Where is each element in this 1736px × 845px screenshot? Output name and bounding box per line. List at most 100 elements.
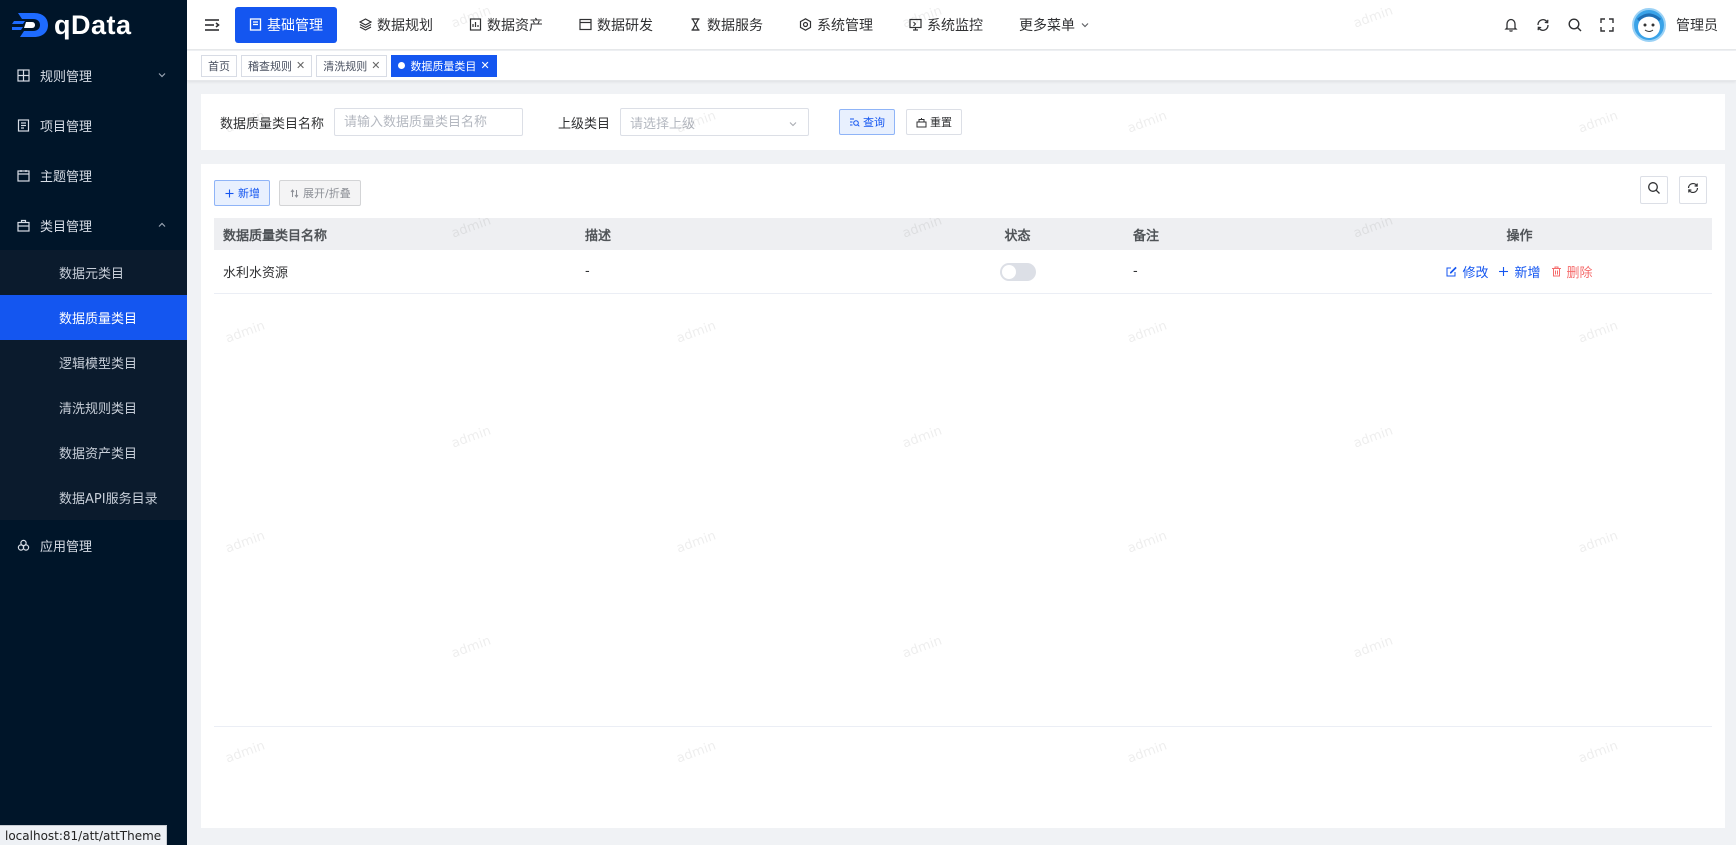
nav-system-monitoring[interactable]: 系统监控: [895, 7, 997, 43]
table-toolbar: 新增 展开/折叠: [214, 180, 361, 206]
monitor-icon: [909, 18, 922, 31]
refresh-icon: [1686, 181, 1700, 199]
query-button[interactable]: 查询: [839, 109, 896, 135]
header-status: 状态: [1004, 228, 1031, 244]
fullscreen-icon[interactable]: [1598, 16, 1616, 34]
nav-data-services[interactable]: 数据服务: [675, 7, 777, 43]
edit-icon: [1446, 266, 1458, 277]
chart-doc-icon: [469, 18, 482, 31]
search-icon: [1647, 181, 1661, 199]
sidebar-item-label: 主题管理: [40, 169, 93, 185]
search-list-icon: [849, 117, 860, 128]
category-table: 数据质量类目名称 描述 状态 备注 操作 水利水资源 - - 修改 新增 删除: [214, 218, 1712, 294]
sidebar-item-label: 规则管理: [40, 69, 93, 85]
table-header: 数据质量类目名称 描述 状态 备注 操作: [214, 218, 1712, 250]
chevron-down-icon: [788, 118, 798, 128]
header-name: 数据质量类目名称: [223, 228, 328, 244]
search-form: 数据质量类目名称 上级类目 请选择上级 查询 重置: [201, 94, 1725, 150]
row-add-button[interactable]: 新增: [1498, 262, 1541, 281]
nav-data-assets[interactable]: 数据资产: [455, 7, 557, 43]
status-switch[interactable]: [999, 262, 1036, 281]
top-navbar: 基础管理 数据规划 数据资产 数据研发 数据服务 系统管理 系统监控 更多菜单 …: [187, 0, 1736, 50]
active-dot-icon: [398, 62, 406, 69]
sidebar-item-rules[interactable]: 规则管理: [0, 50, 187, 100]
brand-name: qData: [54, 9, 132, 40]
chevron-down-icon: [1080, 18, 1093, 31]
tag-audit-rules[interactable]: 稽查规则 ✕: [241, 54, 313, 77]
sort-icon: [289, 188, 300, 199]
sidebar-item-label: 项目管理: [40, 119, 93, 135]
close-icon[interactable]: ✕: [371, 59, 380, 72]
topbar-actions: 管理员: [1488, 0, 1718, 50]
apps-icon: [16, 538, 30, 552]
sidebar-item-apps[interactable]: 应用管理: [0, 520, 187, 570]
close-icon[interactable]: ✕: [480, 59, 489, 72]
layers-icon: [359, 18, 372, 31]
category-name-input[interactable]: [334, 108, 524, 136]
username[interactable]: 管理员: [1676, 15, 1718, 35]
refresh-icon[interactable]: [1534, 16, 1552, 34]
nav-data-planning[interactable]: 数据规划: [345, 7, 447, 43]
browser-status-url: localhost:81/att/attTheme: [0, 825, 168, 845]
categories-submenu: 数据元类目 数据质量类目 逻辑模型类目 清洗规则类目 数据资产类目 数据API服…: [0, 250, 187, 520]
logo[interactable]: qData: [0, 0, 187, 50]
cell-name: 水利水资源: [223, 266, 289, 281]
nav-more-menu[interactable]: 更多菜单: [1005, 7, 1107, 43]
sidebar-item-logic-model-category[interactable]: 逻辑模型类目: [0, 340, 187, 385]
header-desc: 描述: [585, 228, 612, 244]
switch-knob: [1001, 264, 1016, 279]
bell-icon[interactable]: [1502, 16, 1520, 34]
expand-collapse-button[interactable]: 展开/折叠: [279, 180, 361, 206]
cell-desc: -: [585, 264, 590, 279]
nav-data-development[interactable]: 数据研发: [565, 7, 667, 43]
settings-icon: [799, 18, 812, 31]
tags-view: 首页 稽查规则 ✕ 清洗规则 ✕ 数据质量类目 ✕: [187, 51, 1736, 81]
sidebar-item-data-api-catalog[interactable]: 数据API服务目录: [0, 475, 187, 520]
trash-icon: [1551, 266, 1562, 277]
add-button[interactable]: 新增: [214, 180, 270, 206]
sidebar: qData 规则管理 项目管理 主题管理 类目管理 数据元类目 数据质量类目 逻…: [0, 0, 187, 845]
hourglass-icon: [689, 18, 702, 31]
menu-fold-icon[interactable]: [201, 14, 223, 36]
logo-icon: [11, 10, 52, 40]
grid-icon: [16, 68, 30, 82]
sidebar-item-cleaning-rule-category[interactable]: 清洗规则类目: [0, 385, 187, 430]
tag-data-quality-category[interactable]: 数据质量类目 ✕: [391, 54, 497, 77]
eraser-icon: [916, 117, 927, 128]
tag-cleaning-rules[interactable]: 清洗规则 ✕: [316, 54, 388, 77]
sidebar-item-topics[interactable]: 主题管理: [0, 150, 187, 200]
sidebar-item-projects[interactable]: 项目管理: [0, 100, 187, 150]
avatar[interactable]: [1632, 8, 1666, 42]
tag-home[interactable]: 首页: [201, 54, 237, 77]
plus-icon: [1498, 266, 1509, 277]
sidebar-item-data-element-category[interactable]: 数据元类目: [0, 250, 187, 295]
toggle-search-button[interactable]: [1640, 176, 1668, 204]
briefcase-icon: [16, 218, 30, 232]
table-tools: [1629, 176, 1707, 204]
header-actions: 操作: [1506, 228, 1533, 244]
close-icon[interactable]: ✕: [296, 59, 305, 72]
sidebar-item-categories[interactable]: 类目管理: [0, 200, 187, 250]
search-icon[interactable]: [1566, 16, 1584, 34]
parent-category-select[interactable]: 请选择上级: [620, 108, 810, 136]
cell-actions: 修改 新增 删除: [1327, 262, 1712, 281]
sidebar-item-data-asset-category[interactable]: 数据资产类目: [0, 430, 187, 475]
header-remark: 备注: [1133, 228, 1160, 244]
sidebar-item-label: 应用管理: [40, 539, 93, 555]
chevron-down-icon: [157, 69, 167, 79]
sidebar-item-label: 类目管理: [40, 219, 93, 235]
nav-basic-management[interactable]: 基础管理: [235, 6, 337, 43]
cell-remark: -: [1133, 264, 1138, 279]
nav-system-management[interactable]: 系统管理: [785, 7, 887, 43]
document-icon: [249, 18, 262, 31]
refresh-table-button[interactable]: [1679, 176, 1707, 204]
window-icon: [579, 18, 592, 31]
calendar-icon: [16, 168, 30, 182]
delete-button[interactable]: 删除: [1551, 262, 1593, 281]
edit-button[interactable]: 修改: [1446, 262, 1488, 281]
table-bottom-border: [214, 726, 1712, 727]
chevron-up-icon: [157, 219, 167, 229]
table-card: 新增 展开/折叠 数据质量类目名称 描述 状态 备注 操作 水利水资源 - -: [201, 164, 1725, 828]
reset-button[interactable]: 重置: [906, 109, 963, 135]
sidebar-item-data-quality-category[interactable]: 数据质量类目: [0, 295, 187, 340]
